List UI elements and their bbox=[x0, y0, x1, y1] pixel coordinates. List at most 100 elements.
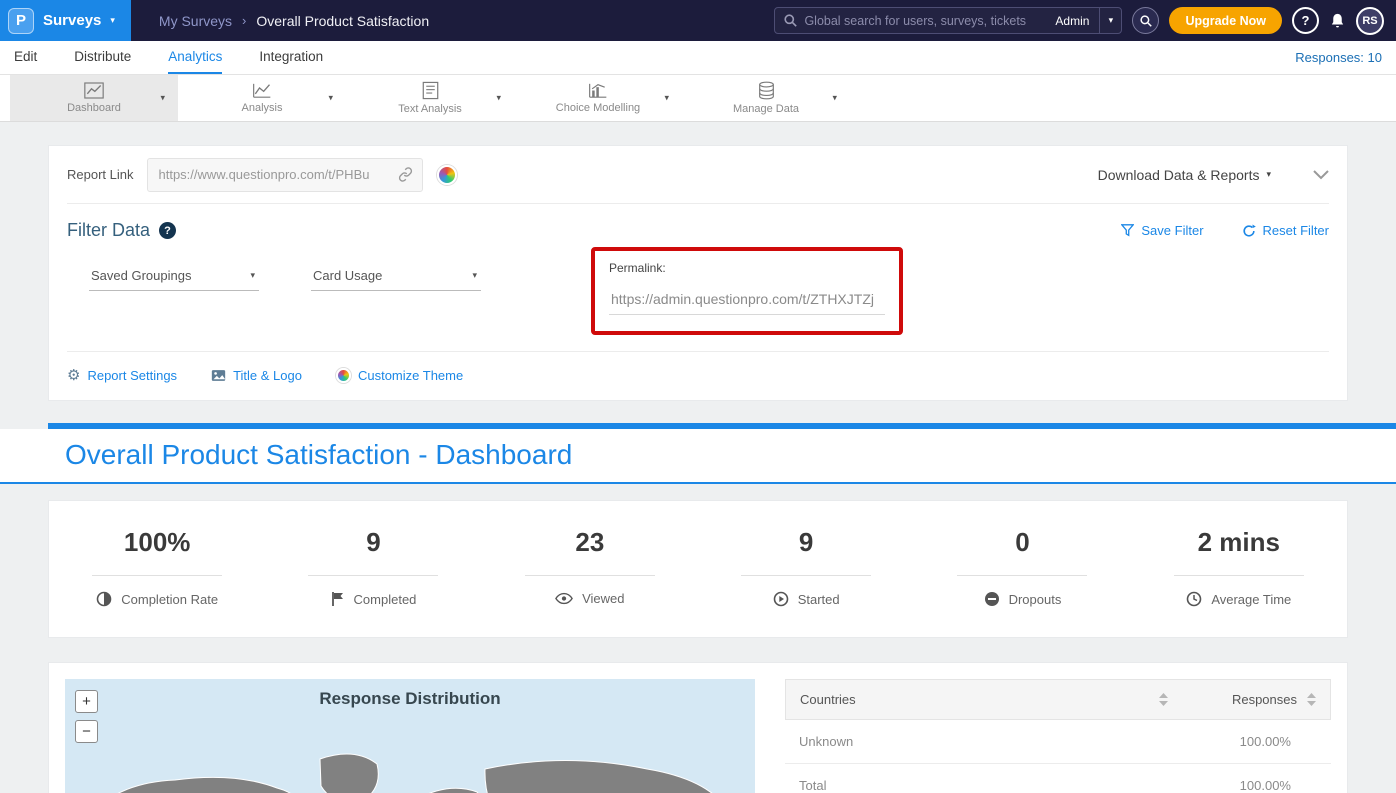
upgrade-now-button[interactable]: Upgrade Now bbox=[1169, 7, 1282, 34]
link-icon[interactable] bbox=[398, 167, 413, 182]
flag-icon bbox=[331, 591, 345, 607]
analytics-toolbar: Dashboard ▾ Analysis ▾ Text Analysis ▾ C… bbox=[0, 75, 1396, 122]
chevron-down-icon: ▾ bbox=[250, 271, 255, 280]
stat-average-time: 2 mins Average Time bbox=[1131, 527, 1347, 607]
surveys-menu-label: Surveys bbox=[43, 12, 101, 29]
stat-completed: 9 Completed bbox=[265, 527, 481, 607]
saved-groupings-select[interactable]: Saved Groupings ▾ bbox=[89, 261, 259, 291]
help-circle-icon[interactable]: ? bbox=[159, 222, 176, 239]
stat-viewed: 23 Viewed bbox=[482, 527, 698, 607]
report-link-field bbox=[147, 158, 423, 192]
line-chart-icon bbox=[84, 82, 104, 99]
map-zoom-control: + − bbox=[75, 690, 98, 743]
stat-label: Completion Rate bbox=[121, 592, 218, 607]
save-filter-label: Save Filter bbox=[1141, 223, 1203, 238]
stat-value: 2 mins bbox=[1198, 527, 1280, 558]
chevron-down-icon: ▾ bbox=[1266, 169, 1271, 180]
tab-analytics[interactable]: Analytics bbox=[168, 41, 222, 74]
sort-icon[interactable] bbox=[1159, 693, 1168, 706]
title-logo-button[interactable]: Title & Logo bbox=[211, 366, 302, 384]
play-circle-icon bbox=[773, 591, 789, 607]
notifications-button[interactable] bbox=[1329, 12, 1346, 30]
chevron-down-icon[interactable]: ▾ bbox=[832, 93, 837, 104]
avatar[interactable]: RS bbox=[1356, 7, 1384, 35]
toolbar-item-dashboard[interactable]: Dashboard ▾ bbox=[10, 75, 178, 121]
help-button[interactable]: ? bbox=[1292, 7, 1319, 34]
responses-cell: 100.00% bbox=[1187, 778, 1317, 793]
stat-value: 0 bbox=[1015, 527, 1029, 558]
topbar: P Surveys ▾ My Surveys › Overall Product… bbox=[0, 0, 1396, 41]
breadcrumb-my-surveys[interactable]: My Surveys bbox=[159, 13, 232, 29]
toolbar-item-text-analysis[interactable]: Text Analysis ▾ bbox=[346, 75, 514, 121]
theme-wheel-icon[interactable] bbox=[437, 165, 457, 185]
world-map[interactable] bbox=[65, 714, 755, 793]
stats-card: 100% Completion Rate 9 Completed 23 View… bbox=[48, 500, 1348, 638]
search-input[interactable] bbox=[804, 14, 1045, 28]
reset-filter-button[interactable]: Reset Filter bbox=[1242, 223, 1329, 238]
zoom-out-button[interactable]: − bbox=[75, 720, 98, 743]
map-title: Response Distribution bbox=[65, 689, 755, 709]
country-cell: Total bbox=[799, 778, 1187, 793]
toolbar-item-manage-data[interactable]: Manage Data ▾ bbox=[682, 75, 850, 121]
document-icon bbox=[422, 81, 439, 100]
eye-icon bbox=[555, 592, 573, 605]
countries-header-label: Countries bbox=[800, 692, 856, 707]
chevron-down-icon: ▾ bbox=[110, 16, 115, 25]
toolbar-item-analysis[interactable]: Analysis ▾ bbox=[178, 75, 346, 121]
chevron-down-icon[interactable]: ▾ bbox=[160, 93, 165, 104]
survey-nav: Edit Distribute Analytics Integration Re… bbox=[0, 41, 1396, 75]
responses-count: Responses: 10 bbox=[1295, 41, 1382, 74]
permalink-highlight-box: Permalink: bbox=[591, 247, 903, 335]
stat-completion-rate: 100% Completion Rate bbox=[49, 527, 265, 607]
search-scope-dropdown[interactable]: ▾ bbox=[1099, 8, 1121, 33]
sort-icon[interactable] bbox=[1307, 693, 1316, 706]
chevron-down-icon[interactable]: ▾ bbox=[496, 93, 501, 104]
response-distribution-map[interactable]: + − Response Distribution bbox=[65, 679, 755, 793]
table-row: Total 100.00% bbox=[785, 764, 1331, 793]
stat-started: 9 Started bbox=[698, 527, 914, 607]
toolbar-item-label: Analysis bbox=[242, 102, 283, 114]
table-row: Unknown 100.00% bbox=[785, 720, 1331, 764]
search-icon bbox=[784, 14, 797, 27]
page-title: Overall Product Satisfaction - Dashboard bbox=[65, 439, 1396, 471]
filter-data-heading: Filter Data ? bbox=[67, 220, 176, 241]
collapse-panel-icon[interactable] bbox=[1313, 170, 1329, 180]
report-settings-button[interactable]: ⚙ Report Settings bbox=[67, 366, 177, 384]
stat-label: Started bbox=[798, 592, 840, 607]
image-icon bbox=[211, 369, 226, 382]
permalink-input[interactable] bbox=[609, 284, 885, 315]
search-button[interactable] bbox=[1132, 7, 1159, 34]
permalink-label: Permalink: bbox=[609, 261, 885, 275]
country-cell: Unknown bbox=[799, 734, 1187, 749]
chevron-down-icon[interactable]: ▾ bbox=[328, 93, 333, 104]
stat-value: 23 bbox=[575, 527, 604, 558]
report-link-input[interactable] bbox=[148, 167, 398, 182]
palette-icon bbox=[336, 368, 351, 383]
surveys-menu[interactable]: P Surveys ▾ bbox=[0, 0, 131, 41]
customize-theme-label: Customize Theme bbox=[358, 368, 463, 383]
save-filter-button[interactable]: Save Filter bbox=[1121, 223, 1203, 238]
breadcrumb: My Surveys › Overall Product Satisfactio… bbox=[159, 13, 429, 29]
toolbar-item-label: Text Analysis bbox=[398, 103, 462, 115]
customize-theme-button[interactable]: Customize Theme bbox=[336, 366, 463, 384]
breadcrumb-current: Overall Product Satisfaction bbox=[256, 13, 429, 29]
tab-edit[interactable]: Edit bbox=[14, 41, 37, 74]
report-panel: Report Link Download Data & Reports ▾ Fi… bbox=[48, 145, 1348, 401]
tab-integration[interactable]: Integration bbox=[259, 41, 323, 74]
database-icon bbox=[758, 81, 775, 100]
card-usage-select[interactable]: Card Usage ▾ bbox=[311, 261, 481, 291]
zoom-in-button[interactable]: + bbox=[75, 690, 98, 713]
toolbar-item-choice-modelling[interactable]: Choice Modelling ▾ bbox=[514, 75, 682, 121]
countries-table-header: Countries Responses bbox=[785, 679, 1331, 720]
gear-icon: ⚙ bbox=[67, 366, 80, 384]
toolbar-item-label: Manage Data bbox=[733, 103, 799, 115]
toolbar-item-label: Dashboard bbox=[67, 102, 121, 114]
chevron-down-icon[interactable]: ▾ bbox=[664, 93, 669, 104]
tab-distribute[interactable]: Distribute bbox=[74, 41, 131, 74]
download-data-reports-menu[interactable]: Download Data & Reports ▾ bbox=[1098, 167, 1271, 183]
breadcrumb-separator: › bbox=[242, 13, 246, 28]
stat-value: 9 bbox=[366, 527, 380, 558]
reset-filter-label: Reset Filter bbox=[1263, 223, 1329, 238]
stat-label: Completed bbox=[354, 592, 417, 607]
toolbar-item-label: Choice Modelling bbox=[556, 102, 640, 114]
